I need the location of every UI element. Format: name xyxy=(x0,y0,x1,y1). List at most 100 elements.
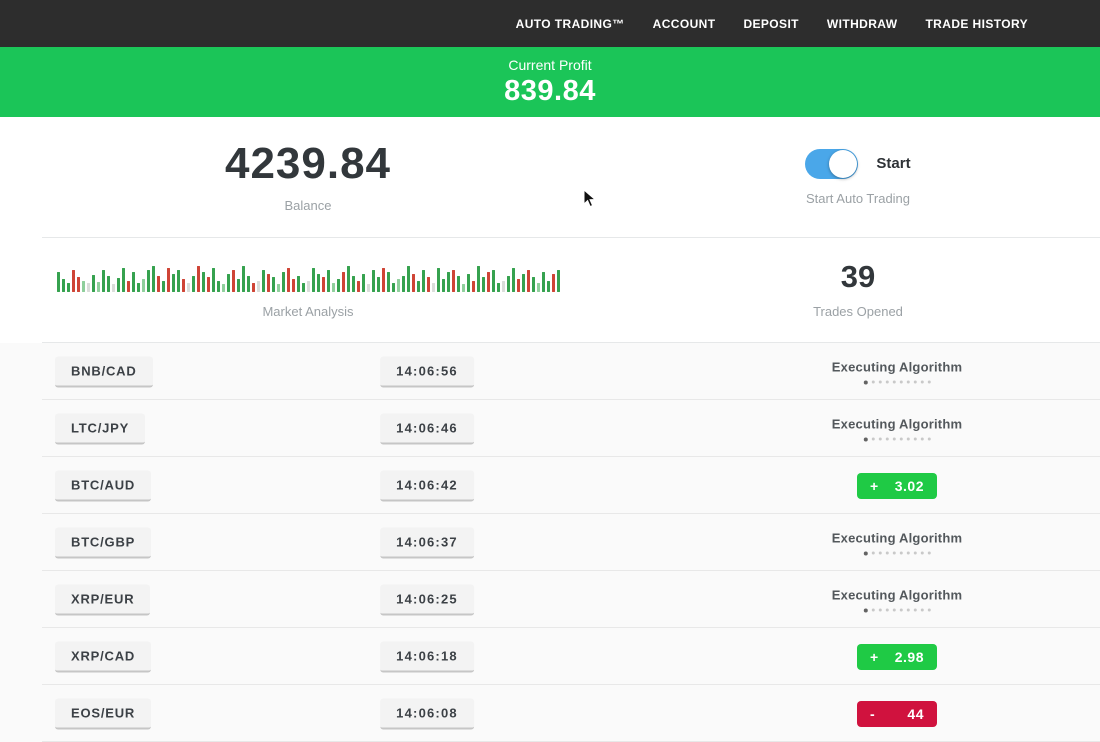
chart-bar xyxy=(97,282,100,292)
chart-bar xyxy=(497,283,500,292)
market-analysis-block: Market Analysis xyxy=(0,238,616,342)
chart-bar xyxy=(422,270,425,292)
chart-bar xyxy=(427,277,430,292)
chart-bar xyxy=(272,277,275,292)
chart-bar xyxy=(467,274,470,292)
chart-bar xyxy=(492,270,495,292)
chart-bar xyxy=(342,272,345,292)
progress-dot xyxy=(900,552,903,555)
table-row: EOS/EUR14:06:08-44 xyxy=(0,685,1100,742)
progress-dot xyxy=(907,381,910,384)
progress-dot xyxy=(928,438,931,441)
chart-bar xyxy=(267,274,270,292)
chart-bar xyxy=(62,279,65,292)
chart-bar xyxy=(417,281,420,292)
pair-badge: BNB/CAD xyxy=(55,356,153,387)
chart-bar xyxy=(117,278,120,292)
market-section: Market Analysis 39 Trades Opened xyxy=(0,238,1100,342)
progress-dot xyxy=(921,609,924,612)
chart-bar xyxy=(292,279,295,292)
sign: - xyxy=(870,706,875,722)
chart-bar xyxy=(357,281,360,292)
chart-bar xyxy=(77,277,80,292)
progress-dot xyxy=(900,381,903,384)
chart-bar xyxy=(382,268,385,292)
table-row: BNB/CAD14:06:56Executing Algorithm xyxy=(0,343,1100,400)
executing-label: Executing Algorithm xyxy=(832,587,962,602)
progress-dot xyxy=(864,551,868,555)
trades-opened-label: Trades Opened xyxy=(813,304,903,319)
chart-bar xyxy=(197,266,200,292)
progress-dot xyxy=(907,609,910,612)
chart-bar xyxy=(472,281,475,292)
toggle-label: Start xyxy=(876,155,910,172)
status-cell: +3.02 xyxy=(857,473,937,499)
progress-dot xyxy=(921,438,924,441)
time-badge: 14:06:25 xyxy=(380,584,474,615)
executing-label: Executing Algorithm xyxy=(832,530,962,545)
progress-dot xyxy=(900,438,903,441)
nav-item-auto-trading[interactable]: AUTO TRADING™ xyxy=(516,17,625,31)
pair-badge: BTC/GBP xyxy=(55,527,151,558)
chart-bar xyxy=(387,272,390,292)
chart-bar xyxy=(507,276,510,292)
status-cell: Executing Algorithm xyxy=(832,530,962,555)
progress-dot xyxy=(914,609,917,612)
chart-bar xyxy=(442,279,445,292)
chart-bar xyxy=(352,276,355,292)
chart-bar xyxy=(202,272,205,292)
chart-bar xyxy=(252,283,255,292)
chart-bar xyxy=(297,276,300,292)
nav-item-account[interactable]: ACCOUNT xyxy=(653,17,716,31)
chart-bar xyxy=(532,277,535,292)
status-cell: Executing Algorithm xyxy=(832,359,962,384)
progress-dot xyxy=(928,552,931,555)
chart-bar xyxy=(402,276,405,292)
loss-badge: -44 xyxy=(857,701,937,727)
pair-badge: LTC/JPY xyxy=(55,413,145,444)
progress-dot xyxy=(872,381,875,384)
chart-bar xyxy=(147,270,150,292)
chart-bar xyxy=(512,268,515,292)
nav-item-withdraw[interactable]: WITHDRAW xyxy=(827,17,898,31)
chart-bar xyxy=(522,274,525,292)
chart-bar xyxy=(187,283,190,292)
chart-bar xyxy=(327,270,330,292)
progress-dot xyxy=(914,438,917,441)
progress-dots xyxy=(864,437,931,441)
chart-bar xyxy=(517,279,520,292)
market-analysis-chart xyxy=(57,262,560,292)
profit-banner-value: 839.84 xyxy=(504,75,596,108)
chart-bar xyxy=(457,276,460,292)
balance-section: 4239.84 Balance Start Start Auto Trading xyxy=(0,117,1100,237)
chart-bar xyxy=(407,266,410,292)
chart-bar xyxy=(237,279,240,292)
auto-trading-block: Start Start Auto Trading xyxy=(616,117,1100,237)
time-badge: 14:06:42 xyxy=(380,470,474,501)
chart-bar xyxy=(177,270,180,292)
progress-dot xyxy=(893,609,896,612)
chart-bar xyxy=(132,272,135,292)
market-analysis-label: Market Analysis xyxy=(262,304,353,319)
chart-bar xyxy=(437,268,440,292)
pair-badge: XRP/EUR xyxy=(55,584,150,615)
progress-dot xyxy=(864,437,868,441)
pair-badge: XRP/CAD xyxy=(55,641,151,672)
chart-bar xyxy=(142,279,145,292)
chart-bar xyxy=(307,281,310,292)
chart-bar xyxy=(112,284,115,292)
chart-bar xyxy=(57,272,60,292)
progress-dot xyxy=(928,609,931,612)
chart-bar xyxy=(347,266,350,292)
chart-bar xyxy=(87,283,90,292)
auto-trading-toggle[interactable] xyxy=(805,149,858,179)
chart-bar xyxy=(542,272,545,292)
chart-bar xyxy=(162,281,165,292)
value: 2.98 xyxy=(895,649,924,665)
chart-bar xyxy=(322,277,325,292)
executing-label: Executing Algorithm xyxy=(832,416,962,431)
progress-dot xyxy=(879,381,882,384)
nav-item-deposit[interactable]: DEPOSIT xyxy=(743,17,798,31)
nav-item-trade-history[interactable]: TRADE HISTORY xyxy=(925,17,1028,31)
trades-opened-value: 39 xyxy=(841,261,875,292)
